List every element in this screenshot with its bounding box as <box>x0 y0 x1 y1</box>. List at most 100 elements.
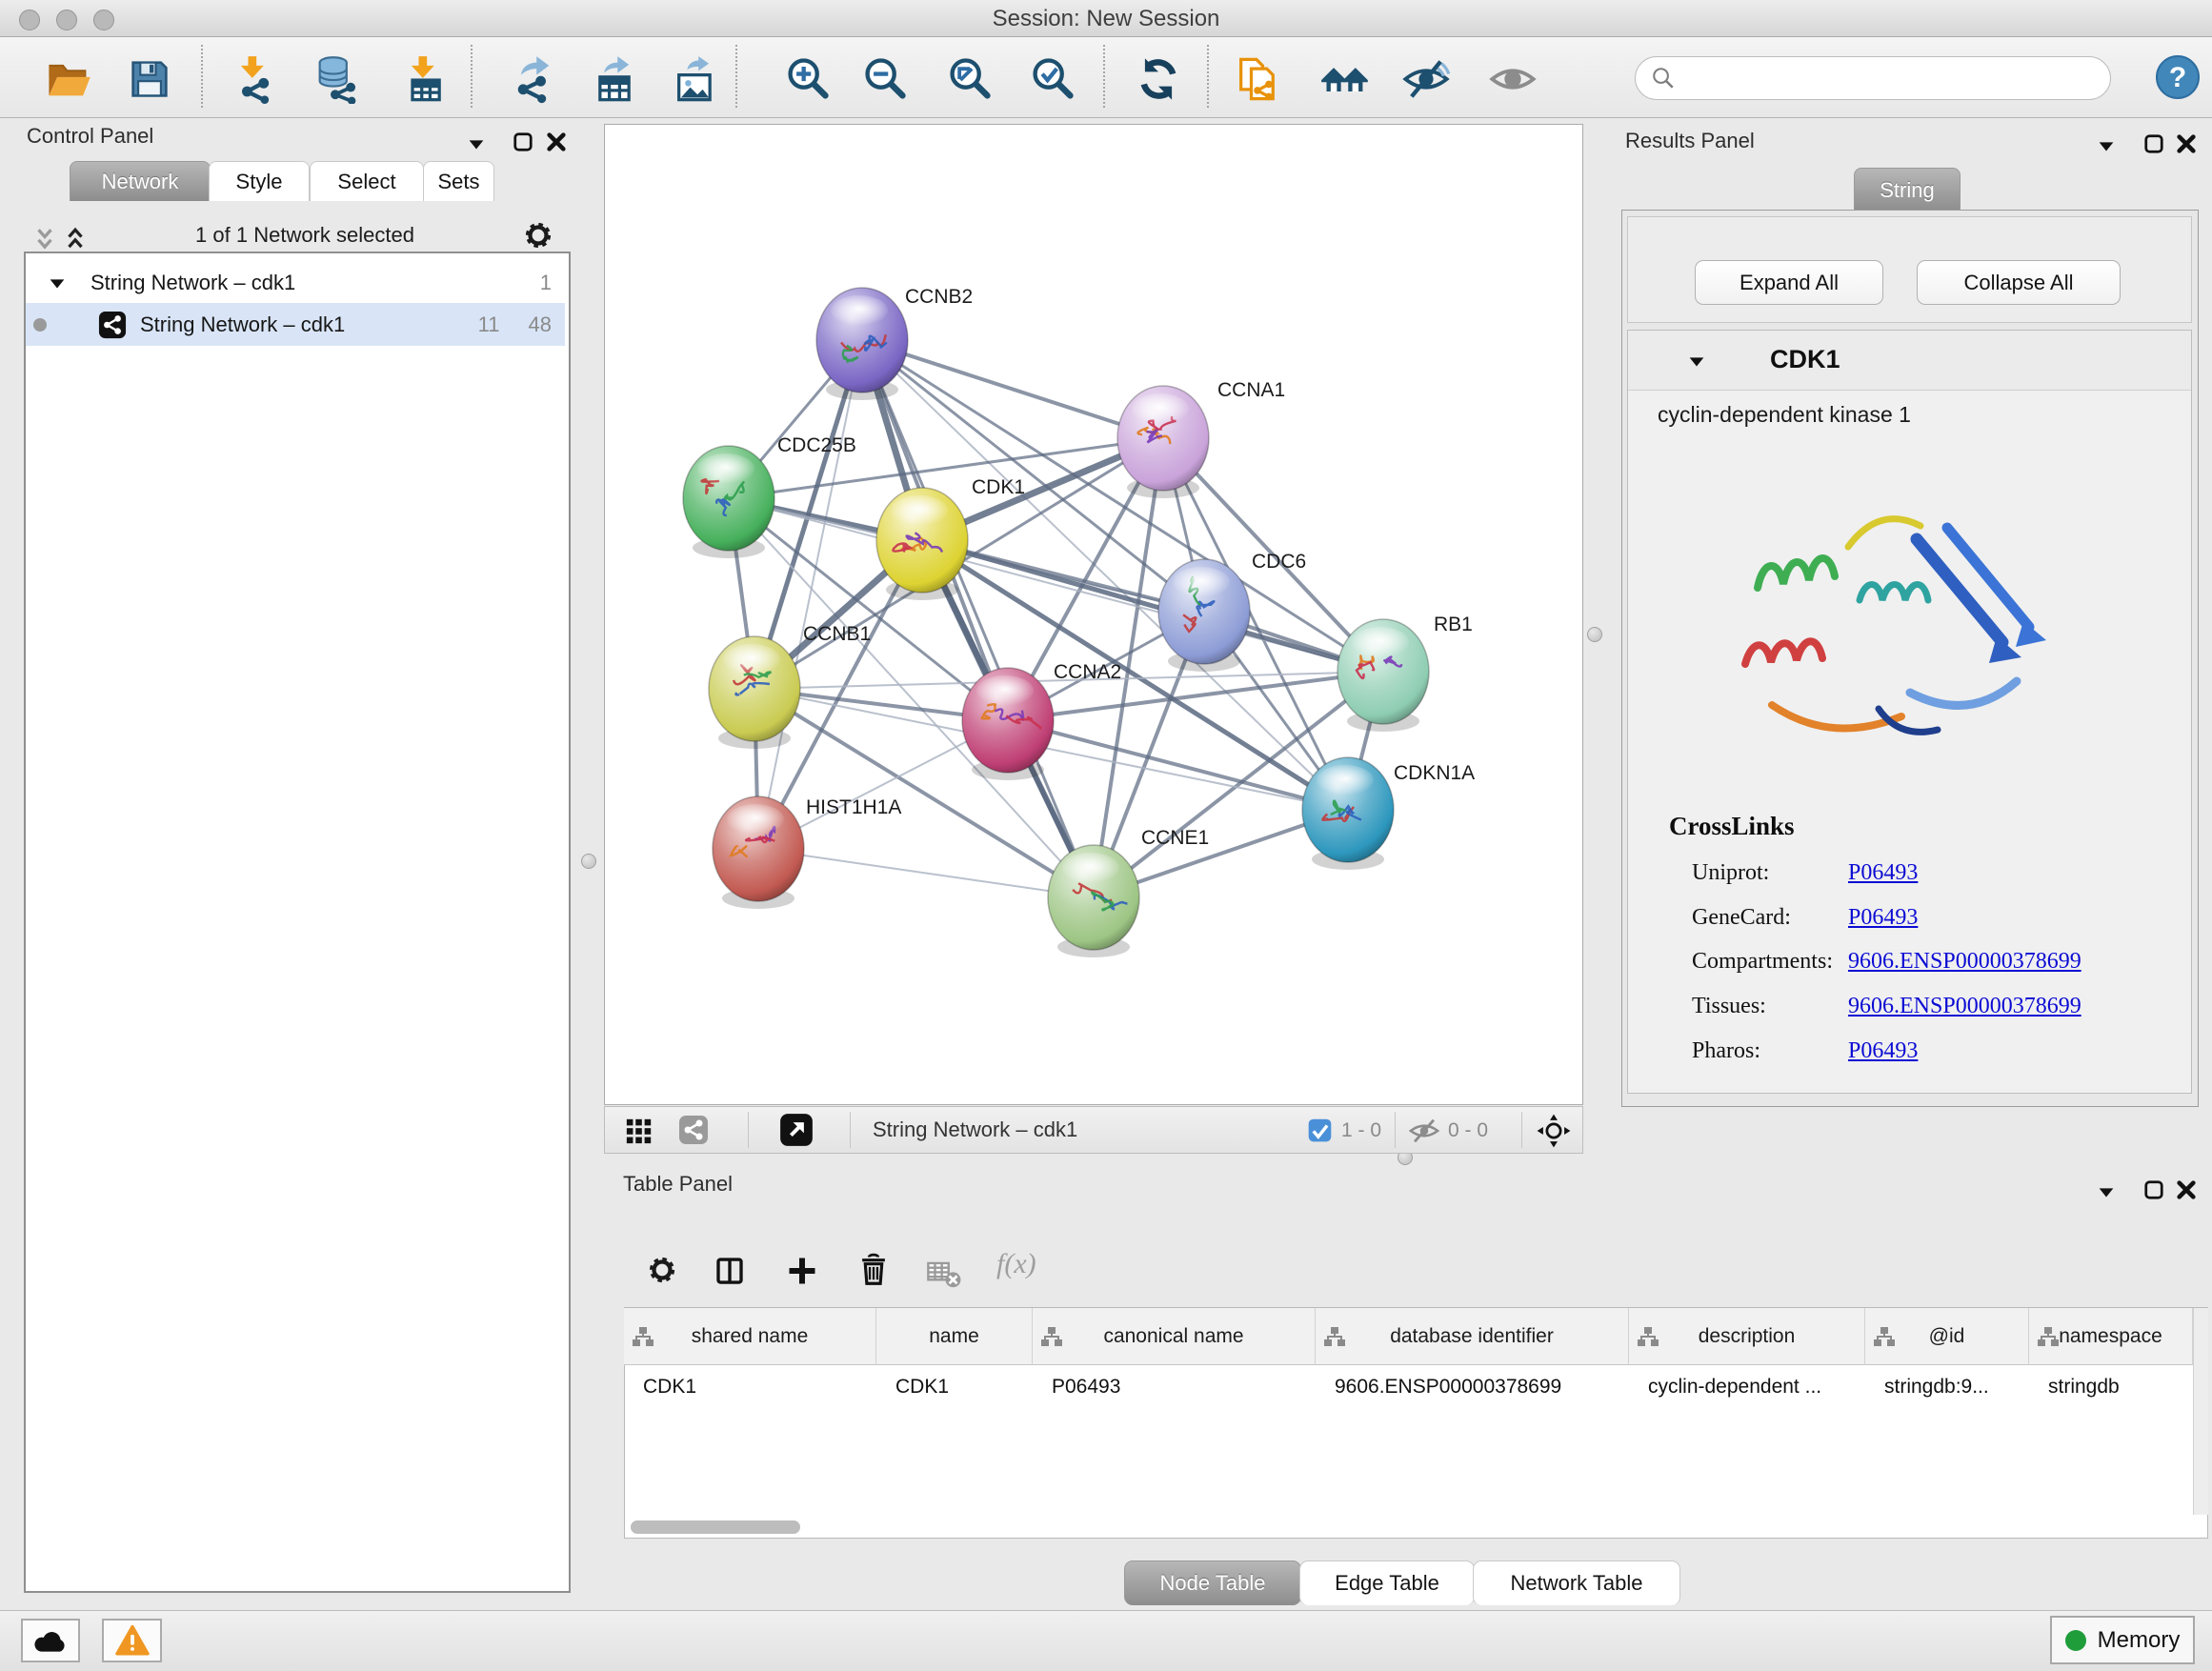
search-icon <box>1651 66 1676 91</box>
table-panel-collapse-icon[interactable] <box>2096 1181 2117 1202</box>
crosslink-row: Tissues:9606.ENSP00000378699 <box>1692 994 2178 1019</box>
collapse-all-button[interactable]: Collapse All <box>1917 260 2121 305</box>
expand-all-button[interactable]: Expand All <box>1695 260 1883 305</box>
table-vertical-scrollbar[interactable] <box>2193 1308 2208 1515</box>
cytoscape-window: Session: New Session ? Control Panel Net… <box>0 0 2212 1671</box>
crosslink-link[interactable]: P06493 <box>1848 1038 1918 1064</box>
hide-selected-button[interactable] <box>1399 52 1453 106</box>
control-panel-float-icon[interactable] <box>513 131 533 152</box>
protein-section-header[interactable] <box>1628 331 2191 391</box>
network-node-CCNE1[interactable] <box>1048 845 1139 957</box>
zoom-selected-button[interactable] <box>1026 52 1079 106</box>
column-header-label: canonical name <box>1103 1325 1243 1348</box>
results-panel-close-icon[interactable] <box>2176 133 2197 154</box>
birds-eye-crosshair-icon[interactable] <box>1536 1113 1572 1149</box>
warnings-button[interactable] <box>102 1619 162 1662</box>
network-node-CCNB1[interactable] <box>709 636 800 749</box>
export-table-button[interactable] <box>588 52 641 106</box>
tab-network[interactable]: Network <box>70 161 211 201</box>
grid-view-icon[interactable] <box>625 1117 654 1145</box>
table-cell[interactable]: stringdb:9... <box>1865 1365 2029 1409</box>
results-panel-float-icon[interactable] <box>2143 133 2164 154</box>
network-node-CCNB2[interactable] <box>816 288 908 400</box>
network-node-CDKN1A[interactable] <box>1302 757 1394 870</box>
column-header-description[interactable]: description <box>1629 1308 1865 1365</box>
apply-layout-button[interactable] <box>1132 52 1185 106</box>
expand-all-tree-icon[interactable] <box>63 225 88 253</box>
control-panel-collapse-icon[interactable] <box>466 133 487 154</box>
tab-style[interactable]: Style <box>209 161 310 201</box>
column-header-namespace[interactable]: namespace <box>2029 1308 2193 1365</box>
crosslink-link[interactable]: P06493 <box>1848 905 1918 931</box>
right-splitter-grip[interactable] <box>1587 627 1602 642</box>
table-cell[interactable]: cyclin-dependent ... <box>1629 1365 1865 1409</box>
column-header--id[interactable]: @id <box>1865 1308 2029 1365</box>
collapse-all-tree-icon[interactable] <box>32 225 57 253</box>
table-cell[interactable]: CDK1 <box>876 1365 1033 1409</box>
tab-node-table[interactable]: Node Table <box>1124 1560 1301 1605</box>
status-bar: Memory <box>0 1610 2212 1671</box>
column-header-shared-name[interactable]: shared name <box>624 1308 876 1365</box>
network-node-RB1[interactable] <box>1337 619 1429 732</box>
table-horizontal-scrollbar[interactable] <box>631 1520 800 1534</box>
network-node-CDC25B[interactable] <box>683 446 774 558</box>
column-header-database-identifier[interactable]: database identifier <box>1316 1308 1629 1365</box>
hidden-eye-slash-icon[interactable] <box>1408 1115 1440 1147</box>
network-options-gear-icon[interactable] <box>522 219 554 252</box>
crosslink-link[interactable]: 9606.ENSP00000378699 <box>1848 994 2081 1019</box>
crosslink-link[interactable]: 9606.ENSP00000378699 <box>1848 949 2081 975</box>
selected-checkbox-icon[interactable] <box>1307 1117 1333 1143</box>
column-header-name[interactable]: name <box>876 1308 1033 1365</box>
export-network-button[interactable] <box>507 52 560 106</box>
save-session-button[interactable] <box>123 52 176 106</box>
tab-sets[interactable]: Sets <box>423 161 494 201</box>
zoom-fit-button[interactable] <box>943 52 996 106</box>
protein-expander-icon[interactable] <box>1686 351 1707 372</box>
cloud-button[interactable] <box>21 1619 80 1662</box>
search-input[interactable] <box>1685 65 2110 91</box>
crosslink-link[interactable]: P06493 <box>1848 860 1918 886</box>
table-cell[interactable]: stringdb <box>2029 1365 2193 1409</box>
zoom-out-button[interactable] <box>858 52 912 106</box>
network-node-CCNA1[interactable] <box>1117 386 1209 498</box>
memory-button[interactable]: Memory <box>2050 1616 2195 1664</box>
string-style-icon[interactable] <box>678 1115 709 1145</box>
table-panel-close-icon[interactable] <box>2176 1179 2197 1200</box>
network-node-CCNA2[interactable] <box>962 668 1054 780</box>
tab-string[interactable]: String <box>1854 168 1961 211</box>
network-graph[interactable]: CCNB2CCNA1CDC25BCDK1CDC6RB1CCNB1CCNA2CDK… <box>604 124 1583 1105</box>
table-panel-float-icon[interactable] <box>2143 1179 2164 1200</box>
zoom-in-button[interactable] <box>781 52 835 106</box>
control-panel-close-icon[interactable] <box>546 131 567 152</box>
tab-edge-table[interactable]: Edge Table <box>1299 1560 1475 1605</box>
table-cell[interactable]: P06493 <box>1033 1365 1316 1409</box>
show-all-button[interactable] <box>1486 52 1539 106</box>
export-image-button[interactable] <box>669 52 722 106</box>
table-cell[interactable]: 9606.ENSP00000378699 <box>1316 1365 1629 1409</box>
show-columns-icon[interactable] <box>713 1254 747 1288</box>
delete-column-icon[interactable] <box>855 1252 892 1288</box>
network-collection-row[interactable]: String Network – cdk1 1 <box>26 263 565 303</box>
new-network-from-selection-button[interactable] <box>1231 52 1284 106</box>
open-in-browser-icon[interactable] <box>779 1113 814 1147</box>
table-options-gear-icon[interactable] <box>646 1254 678 1286</box>
import-network-database-button[interactable] <box>310 52 363 106</box>
network-node-count: 11 <box>478 312 500 337</box>
results-panel-collapse-icon[interactable] <box>2096 135 2117 156</box>
network-node-HIST1H1A[interactable] <box>713 796 804 909</box>
first-neighbors-button[interactable] <box>1318 52 1372 106</box>
tab-network-table[interactable]: Network Table <box>1473 1560 1680 1605</box>
tab-select[interactable]: Select <box>310 161 424 201</box>
import-table-button[interactable] <box>398 52 452 106</box>
column-header-canonical-name[interactable]: canonical name <box>1033 1308 1316 1365</box>
network-row-selected[interactable]: String Network – cdk1 11 48 <box>26 303 565 346</box>
import-network-file-button[interactable] <box>228 52 281 106</box>
table-cell[interactable]: CDK1 <box>624 1365 876 1409</box>
help-button[interactable]: ? <box>2155 54 2201 100</box>
toolbar-separator <box>1103 45 1105 108</box>
crosslink-label: Pharos: <box>1692 1038 1760 1063</box>
left-splitter-grip[interactable] <box>581 854 596 869</box>
collection-expander-icon[interactable] <box>47 272 68 293</box>
open-session-button[interactable] <box>42 52 95 106</box>
create-column-icon[interactable] <box>785 1254 819 1288</box>
